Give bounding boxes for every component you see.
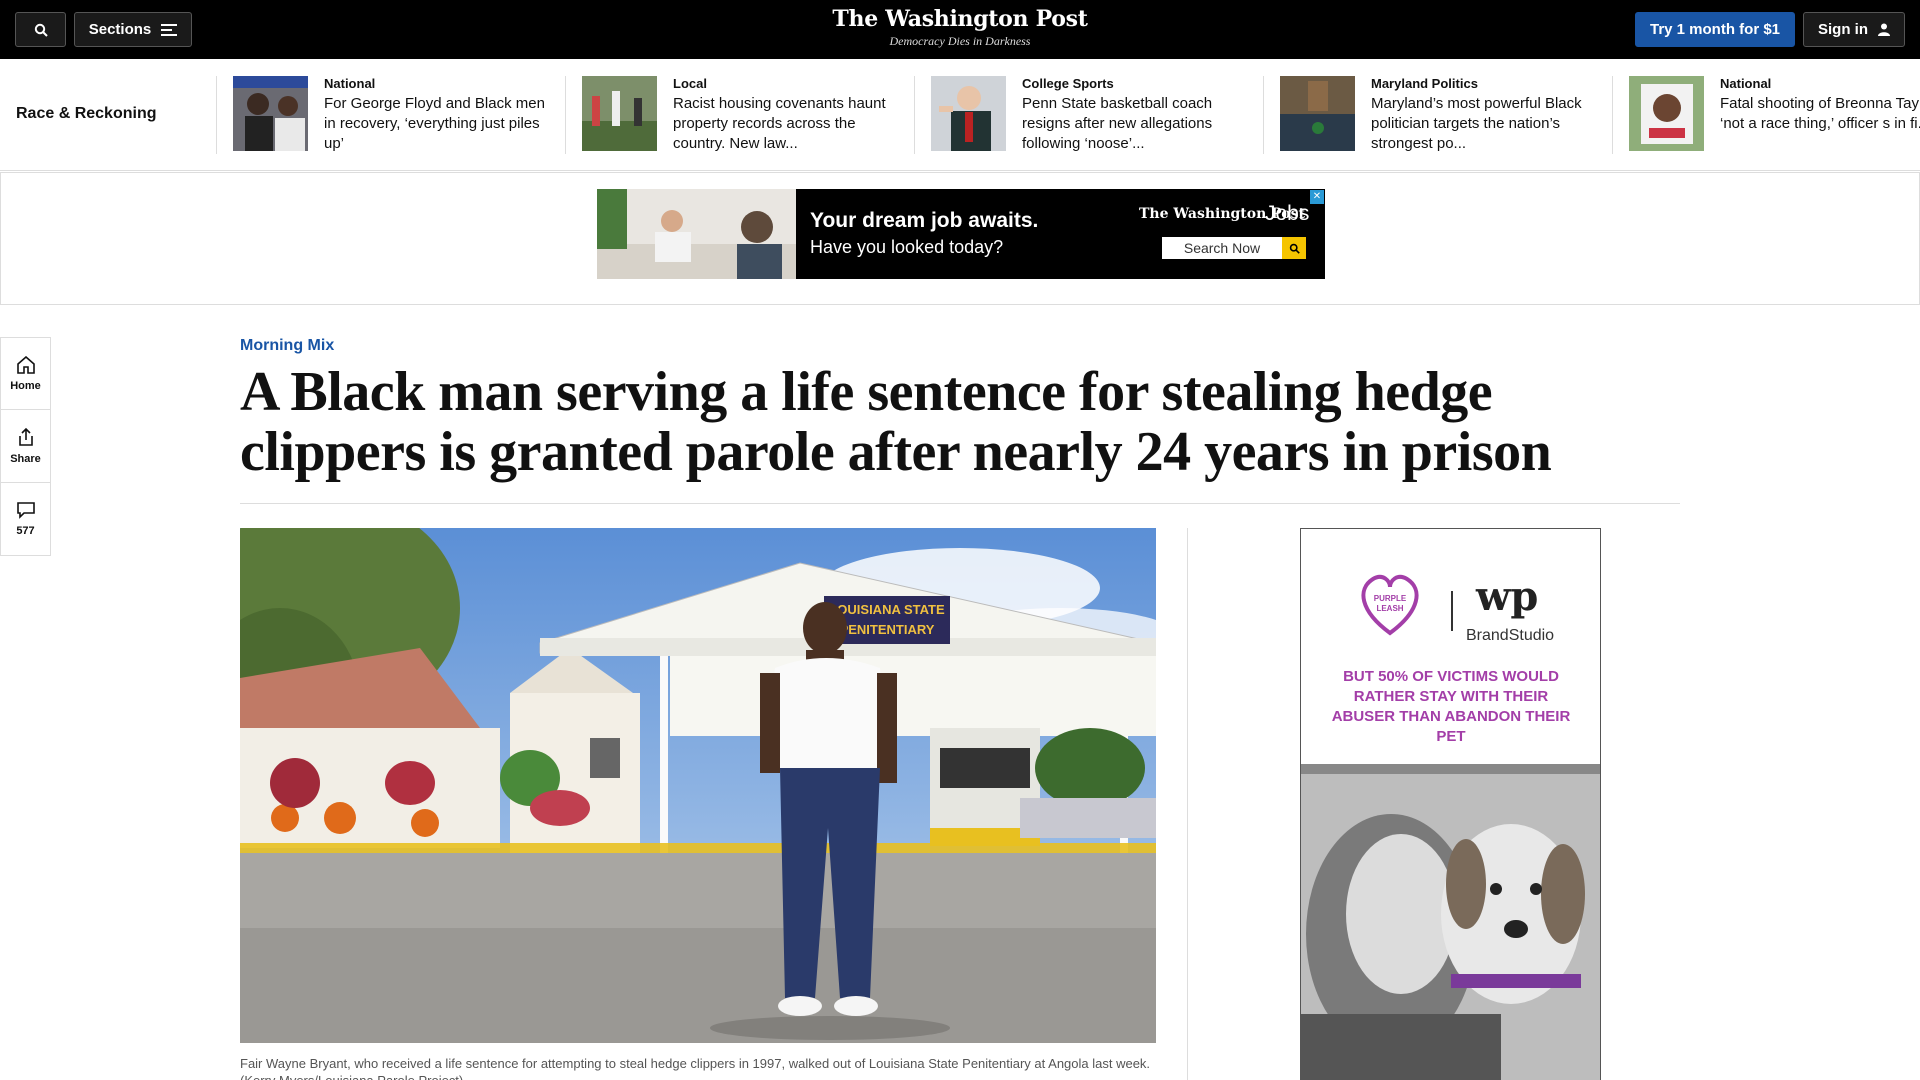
strip-story[interactable]: Local Racist housing covenants haunt pro… [565,76,914,154]
brand-studio-ad[interactable]: PURPLE LEASH wp BrandStudio BUT 50% OF V… [1300,528,1601,1080]
strip-story[interactable]: Maryland Politics Maryland’s most powerf… [1263,76,1612,154]
share-label: Share [10,453,41,465]
user-icon [1878,23,1890,36]
ad-photo [1301,764,1600,1080]
story-thumbnail [1629,76,1704,151]
ad-photo [597,189,796,279]
story-headline: Fatal shooting of Breonna Tay was ‘not a… [1720,95,1920,132]
menu-icon [161,23,178,36]
ad-container: Your dream job awaits. Have you looked t… [0,172,1920,305]
article-kicker[interactable]: Morning Mix [240,337,334,355]
column-divider [1187,528,1188,1080]
home-label: Home [10,379,41,392]
brand-studio-label: BrandStudio [1466,627,1555,644]
svg-text:PURPLE: PURPLE [1374,594,1407,603]
subscribe-button[interactable]: Try 1 month for $1 [1635,12,1795,47]
lead-image: LOUISIANA STATE PENITENTIARY [240,528,1156,1043]
ad-message: BUT 50% OF VICTIMS WOULD RATHER STAY WIT… [1331,668,1571,745]
search-button[interactable] [15,12,66,47]
story-headline: Maryland’s most powerful Black politicia… [1371,95,1582,152]
story-kicker: Maryland Politics [1371,76,1478,91]
ad-subline: Have you looked today? [810,237,1004,257]
search-icon [34,23,48,37]
sign-in-label: Sign in [1818,21,1868,38]
sections-button[interactable]: Sections [74,12,192,47]
share-icon [18,427,33,446]
site-logo[interactable]: The Washington Post Democracy Dies in Da… [760,6,1160,49]
ad-close-icon[interactable]: ✕ [1310,190,1324,204]
svg-text:PENITENTIARY: PENITENTIARY [840,622,935,637]
comment-icon [16,502,35,519]
sign-text: LOUISIANA STATE [829,602,945,617]
jobs-ad-banner[interactable]: Your dream job awaits. Have you looked t… [597,189,1325,279]
strip-story[interactable]: National Fatal shooting of Breonna Tay w… [1612,76,1920,154]
story-headline: Penn State basketball coach resigns afte… [1022,95,1213,152]
ad-headline: Your dream job awaits. [810,209,1039,232]
share-button[interactable]: Share [0,410,51,483]
share-rail: Home Share 577 [0,337,51,556]
story-headline: For George Floyd and Black men in recove… [324,95,545,152]
logo-text: The Washington Post [832,6,1088,32]
article-headline: A Black man serving a life sentence for … [240,361,1552,483]
story-thumbnail [931,76,1006,151]
purple-leash-heart-icon: PURPLE LEASH [1361,574,1419,636]
story-kicker: National [1720,76,1772,91]
home-button[interactable]: Home [0,337,51,410]
divider [1451,591,1453,631]
ad-jobs-label: Jobs [1265,202,1310,225]
story-kicker: College Sports [1022,76,1114,91]
story-thumbnail [233,76,308,151]
strip-story[interactable]: College Sports Penn State basketball coa… [914,76,1263,154]
story-headline: Racist housing covenants haunt property … [673,95,886,152]
search-icon [1289,243,1300,254]
top-navigation-bar: Sections The Washington Post Democracy D… [0,0,1920,59]
story-thumbnail [582,76,657,151]
comments-button[interactable]: 577 [0,483,51,556]
strip-title[interactable]: Race & Reckoning [16,105,156,123]
lead-photo: LOUISIANA STATE PENITENTIARY [240,528,1156,1043]
home-icon [16,355,35,374]
story-kicker: National [324,76,376,91]
comment-count: 577 [16,525,35,537]
tagline: Democracy Dies in Darkness [889,34,1031,48]
image-caption: Fair Wayne Bryant, who received a life s… [240,1056,1151,1080]
sign-in-button[interactable]: Sign in [1803,12,1905,47]
topic-strip: Race & Reckoning National For George Flo… [0,59,1920,171]
story-kicker: Local [673,76,707,91]
story-thumbnail [1280,76,1355,151]
wp-logo: wp [1476,573,1539,620]
divider [240,503,1680,504]
ad-search-field[interactable]: Search Now [1162,237,1282,259]
ad-search-button[interactable] [1282,237,1306,259]
sections-label: Sections [88,21,152,38]
svg-text:LEASH: LEASH [1376,604,1403,613]
strip-story[interactable]: National For George Floyd and Black men … [216,76,565,154]
